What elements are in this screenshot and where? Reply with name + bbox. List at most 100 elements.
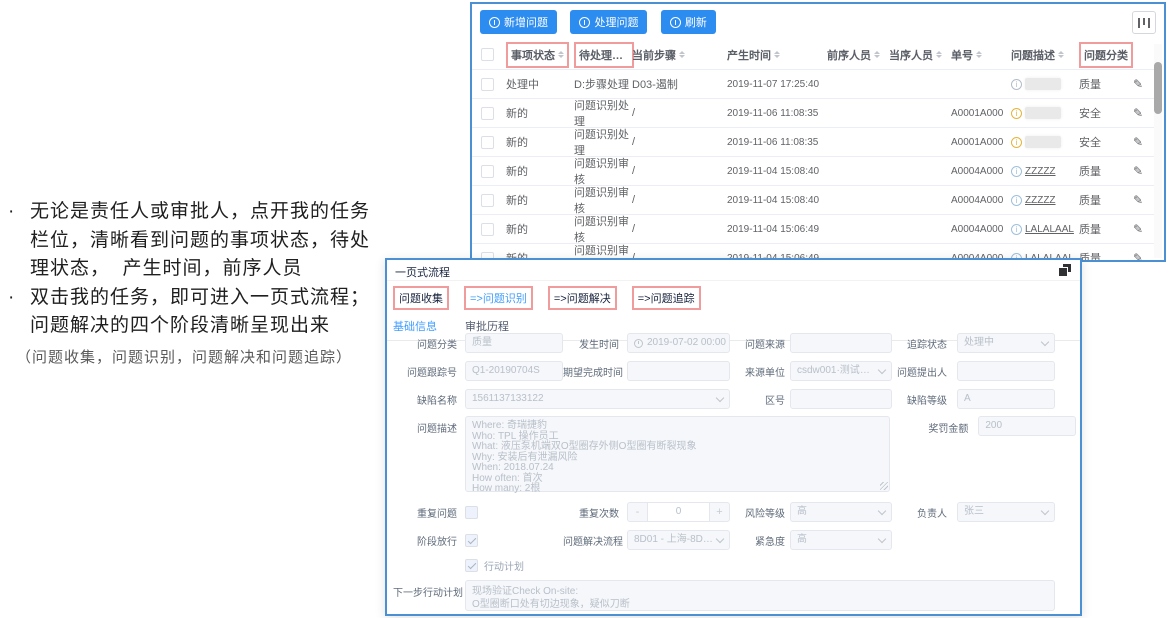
issue-desc-link[interactable]: ZZZZZ xyxy=(1025,195,1056,206)
edit-icon[interactable]: ✎ xyxy=(1133,164,1143,178)
edit-icon[interactable]: ✎ xyxy=(1133,251,1143,262)
sort-icon[interactable] xyxy=(936,48,942,61)
left-notes: ·无论是责任人或审批人，点开我的任务 栏位，清晰看到问题的事项状态，待处 理状态… xyxy=(8,198,398,371)
edit-icon[interactable]: ✎ xyxy=(1133,135,1143,149)
stage-release-checkbox[interactable] xyxy=(465,534,478,547)
chevron-down-icon xyxy=(1041,337,1049,345)
column-header-desc[interactable]: 问题描述 xyxy=(1011,47,1064,63)
area-no-input[interactable] xyxy=(790,389,892,409)
field-label: 追踪状态 xyxy=(892,336,947,351)
row-checkbox[interactable] xyxy=(481,223,494,236)
dialog-title: 一页式流程 xyxy=(395,267,450,279)
table-row[interactable]: 新的 问题识别审核 / 2019-11-04 15:06:49 A0004A00… xyxy=(472,215,1156,244)
issue-desc-link[interactable]: ZZZZZ xyxy=(1025,166,1056,177)
defect-name-select[interactable]: 1561137133122 xyxy=(465,389,730,409)
stage-tab-collect[interactable]: 问题收集 xyxy=(393,286,449,310)
row-checkbox[interactable] xyxy=(481,107,494,120)
stage-tab-solve[interactable]: =>问题解决 xyxy=(548,286,617,310)
table-scrollbar xyxy=(1154,44,1162,258)
columns-icon xyxy=(1143,18,1145,25)
column-header-prev-person[interactable]: 前序人员 xyxy=(827,47,880,63)
issue-desc-link[interactable]: LALALAAL xyxy=(1025,224,1074,235)
sort-icon[interactable] xyxy=(774,48,780,61)
edit-icon[interactable]: ✎ xyxy=(1133,193,1143,207)
source-unit-select[interactable]: csdw001·测试来源单位1 xyxy=(790,361,892,381)
chevron-down-icon xyxy=(878,506,886,514)
info-icon: i xyxy=(1011,137,1022,148)
urgency-select[interactable]: 高 xyxy=(790,530,892,550)
note-footnote: （问题收集，问题识别，问题解决和问题追踪） xyxy=(8,345,398,371)
field-label: 重复问题 xyxy=(393,505,457,520)
action-plan-checkbox[interactable] xyxy=(465,559,478,572)
problem-desc-textarea[interactable]: Where: 奇瑞捷豹 Who: TPL 操作员工 What: 液压泵机端双O型… xyxy=(465,416,890,492)
table-row[interactable]: 处理中 D:步骤处理 D03-遏制 2019-11-07 17:25:40 i … xyxy=(472,70,1156,99)
table-row[interactable]: 新的 问题识别审核 / 2019-11-04 15:08:40 A0004A00… xyxy=(472,157,1156,186)
column-header-cur-person[interactable]: 当序人员 xyxy=(889,47,942,63)
row-checkbox[interactable] xyxy=(481,136,494,149)
repeat-count-stepper: - 0 + xyxy=(627,502,730,522)
one-page-process-dialog: 一页式流程 问题收集 =>问题识别 =>问题解决 =>问题追踪 基础信息 审批历… xyxy=(385,258,1082,616)
owner-select[interactable]: 张三 xyxy=(957,502,1055,522)
dialog-title-bar: 一页式流程 xyxy=(387,260,1080,281)
column-header-order-no[interactable]: 单号 xyxy=(951,47,982,63)
info-icon: i xyxy=(1011,224,1022,235)
info-icon: i xyxy=(1011,166,1022,177)
column-header-pending-type[interactable]: 待处理事项类 xyxy=(574,42,634,68)
scrollbar-thumb[interactable] xyxy=(1154,62,1162,114)
risk-level-select[interactable]: 高 xyxy=(790,502,892,522)
columns-icon xyxy=(1138,18,1140,28)
info-icon: i xyxy=(1011,79,1022,90)
sort-icon[interactable] xyxy=(874,48,880,61)
row-checkbox[interactable] xyxy=(481,194,494,207)
sort-icon[interactable] xyxy=(976,48,982,61)
select-all-checkbox[interactable] xyxy=(481,48,494,61)
column-header-current-step[interactable]: 当前步骤 xyxy=(632,47,685,63)
row-checkbox[interactable] xyxy=(481,78,494,91)
edit-icon[interactable]: ✎ xyxy=(1133,106,1143,120)
copy-icon[interactable] xyxy=(1058,264,1071,277)
stepper-value[interactable]: 0 xyxy=(648,503,709,521)
table-row[interactable]: 新的 问题识别处理 / 2019-11-06 11:08:35 A0001A00… xyxy=(472,99,1156,128)
defect-level-input[interactable]: A xyxy=(957,389,1055,409)
expect-time-input[interactable] xyxy=(627,361,730,381)
sort-icon[interactable] xyxy=(1058,48,1064,61)
field-label: 问题分类 xyxy=(393,336,457,351)
table-row[interactable]: 新的 问题识别审核 / 2019-11-04 15:08:40 A0004A00… xyxy=(472,186,1156,215)
resize-handle-icon[interactable] xyxy=(880,482,888,490)
circle-icon xyxy=(489,17,500,28)
column-header-category[interactable]: 问题分类 xyxy=(1079,42,1133,68)
stage-tab-track[interactable]: =>问题追踪 xyxy=(632,286,701,310)
chevron-down-icon xyxy=(716,534,724,542)
stepper-plus-button[interactable]: + xyxy=(709,503,729,521)
edit-icon[interactable]: ✎ xyxy=(1133,77,1143,91)
occur-time-input[interactable]: 2019-07-02 00:00 xyxy=(627,333,730,353)
task-table-panel: 新增问题 处理问题 刷新 事项状态 待处理事项类 当前步骤 产生时间 前序人员 … xyxy=(470,2,1166,262)
sort-icon[interactable] xyxy=(679,48,685,61)
column-header-created-time[interactable]: 产生时间 xyxy=(727,47,780,63)
add-issue-button[interactable]: 新增问题 xyxy=(480,10,557,34)
process-issue-button[interactable]: 处理问题 xyxy=(570,10,647,34)
track-status-select[interactable]: 处理中 xyxy=(957,333,1055,353)
column-header-status[interactable]: 事项状态 xyxy=(506,42,569,68)
row-checkbox[interactable] xyxy=(481,165,494,178)
bullet: · xyxy=(8,284,30,313)
edit-icon[interactable]: ✎ xyxy=(1133,222,1143,236)
reward-amount-input[interactable]: 200 xyxy=(978,416,1076,436)
problem-source-input[interactable] xyxy=(790,333,892,353)
solve-process-select[interactable]: 8D01 - 上海-8D流程 xyxy=(627,530,730,550)
field-label: 紧急度 xyxy=(730,533,785,548)
table-row[interactable]: 新的 问题识别处理 / 2019-11-06 11:08:35 A0001A00… xyxy=(472,128,1156,157)
table-header-row: 事项状态 待处理事项类 当前步骤 产生时间 前序人员 当序人员 单号 问题描述 … xyxy=(472,40,1156,70)
field-label: 区号 xyxy=(730,392,785,407)
next-action-textarea[interactable]: 现场验证Check On-site: O型圈断口处有切边现象，疑似刀断 xyxy=(465,580,1055,611)
proposer-input[interactable] xyxy=(957,361,1055,381)
stage-tab-identify[interactable]: =>问题识别 xyxy=(464,286,533,310)
field-label: 缺陷等级 xyxy=(892,392,947,407)
problem-category-input[interactable]: 质量 xyxy=(465,333,563,353)
sort-icon[interactable] xyxy=(558,48,564,61)
refresh-button[interactable]: 刷新 xyxy=(661,10,716,34)
stepper-minus-button[interactable]: - xyxy=(628,503,648,521)
track-no-input[interactable]: Q1-20190704S xyxy=(465,361,563,381)
column-settings-button[interactable] xyxy=(1132,11,1156,34)
repeat-problem-checkbox[interactable] xyxy=(465,506,478,519)
